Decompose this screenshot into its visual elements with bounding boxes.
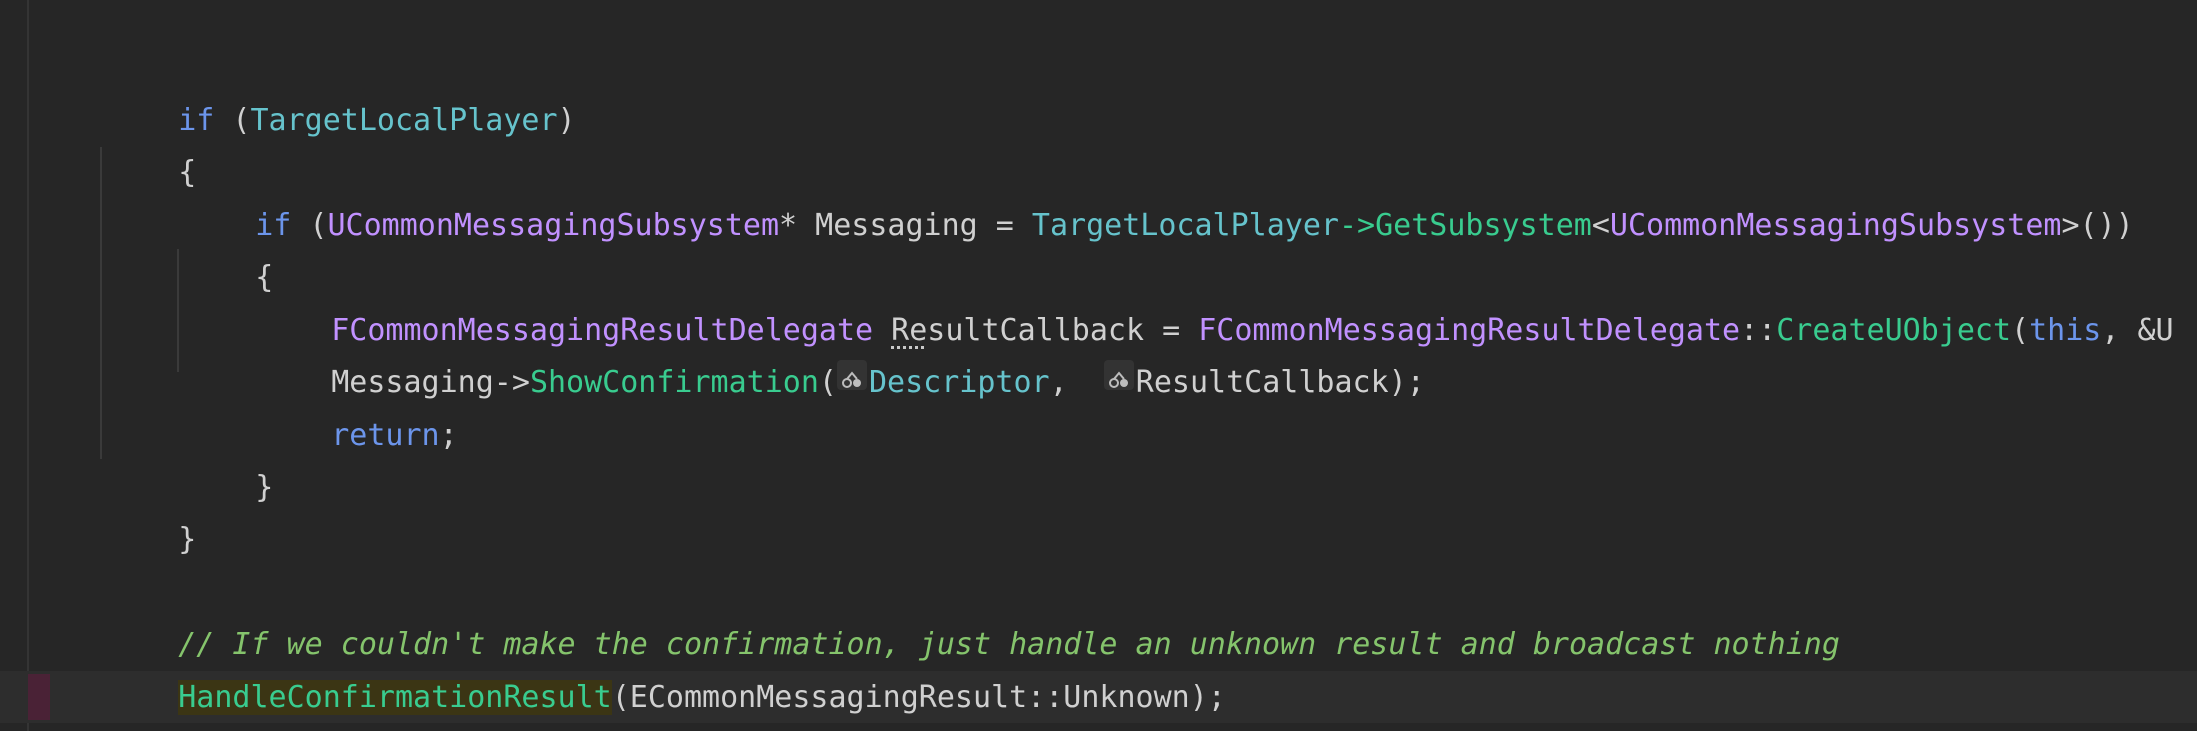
parameter-hint-icon[interactable] [1103, 360, 1134, 390]
punctuation: ( [214, 103, 251, 138]
code-line-3[interactable]: if (UCommonMessagingSubsystem* Messaging… [183, 148, 2133, 243]
identifier: TargetLocalPlayer [250, 103, 558, 138]
gutter-divider [27, 0, 29, 731]
code-line-5[interactable]: FCommonMessagingResultDelegate ResultCal… [259, 253, 2173, 348]
code-text: ResultCallback); [1135, 365, 1425, 400]
punctuation: ; [439, 418, 458, 453]
indent-guide [177, 249, 179, 372]
punctuation: ( [291, 208, 328, 243]
parameter-hint-icon[interactable] [836, 360, 867, 390]
punctuation: ) [557, 103, 576, 138]
code-line-1[interactable]: if (TargetLocalPlayer) [106, 43, 575, 138]
code-editor[interactable]: if (TargetLocalPlayer) { if (UCommonMess… [0, 0, 2197, 731]
type-name: UCommonMessagingSubsystem [1609, 208, 2062, 243]
code-line-11[interactable]: HandleConfirmationResult(ECommonMessagin… [106, 620, 1226, 715]
identifier: Descriptor [868, 365, 1050, 400]
keyword: this [2029, 313, 2102, 348]
punctuation: ( [818, 365, 837, 400]
identifier: TargetLocalPlayer [1031, 208, 1339, 243]
function-name: GetSubsystem [1375, 208, 1592, 243]
punctuation: < [1591, 208, 1610, 243]
operator: -> [1338, 208, 1376, 243]
code-line-8[interactable]: } [183, 410, 273, 505]
punctuation: :: [1740, 313, 1777, 348]
code-line-10[interactable]: // If we couldn't make the confirmation,… [106, 567, 1840, 662]
function-name-usage-highlight[interactable]: HandleConfirmationResult [178, 680, 612, 715]
code-line-12[interactable]: } [30, 671, 120, 723]
function-name: CreateUObject [1776, 313, 2012, 348]
code-line-7[interactable]: return; [259, 358, 457, 453]
punctuation: ( [2011, 313, 2030, 348]
code-line-6[interactable]: Messaging->ShowConfirmation(Descriptor, … [259, 305, 1425, 400]
code-text: * Messaging = [779, 208, 1032, 243]
type-name: UCommonMessagingSubsystem [327, 208, 780, 243]
code-line-2[interactable]: { [106, 95, 196, 190]
punctuation: , [1049, 365, 1104, 400]
keyword: return [331, 418, 440, 453]
function-name: ShowConfirmation [529, 365, 819, 400]
code-line-4[interactable]: { [183, 200, 273, 295]
indent-guide [100, 147, 102, 459]
code-line-9[interactable]: } [106, 462, 196, 557]
punctuation: >()) [2061, 208, 2134, 243]
brace: } [255, 470, 274, 505]
code-text: (ECommonMessagingResult::Unknown); [611, 680, 1226, 715]
code-text: , &U [2101, 313, 2174, 348]
brace: } [178, 522, 197, 557]
